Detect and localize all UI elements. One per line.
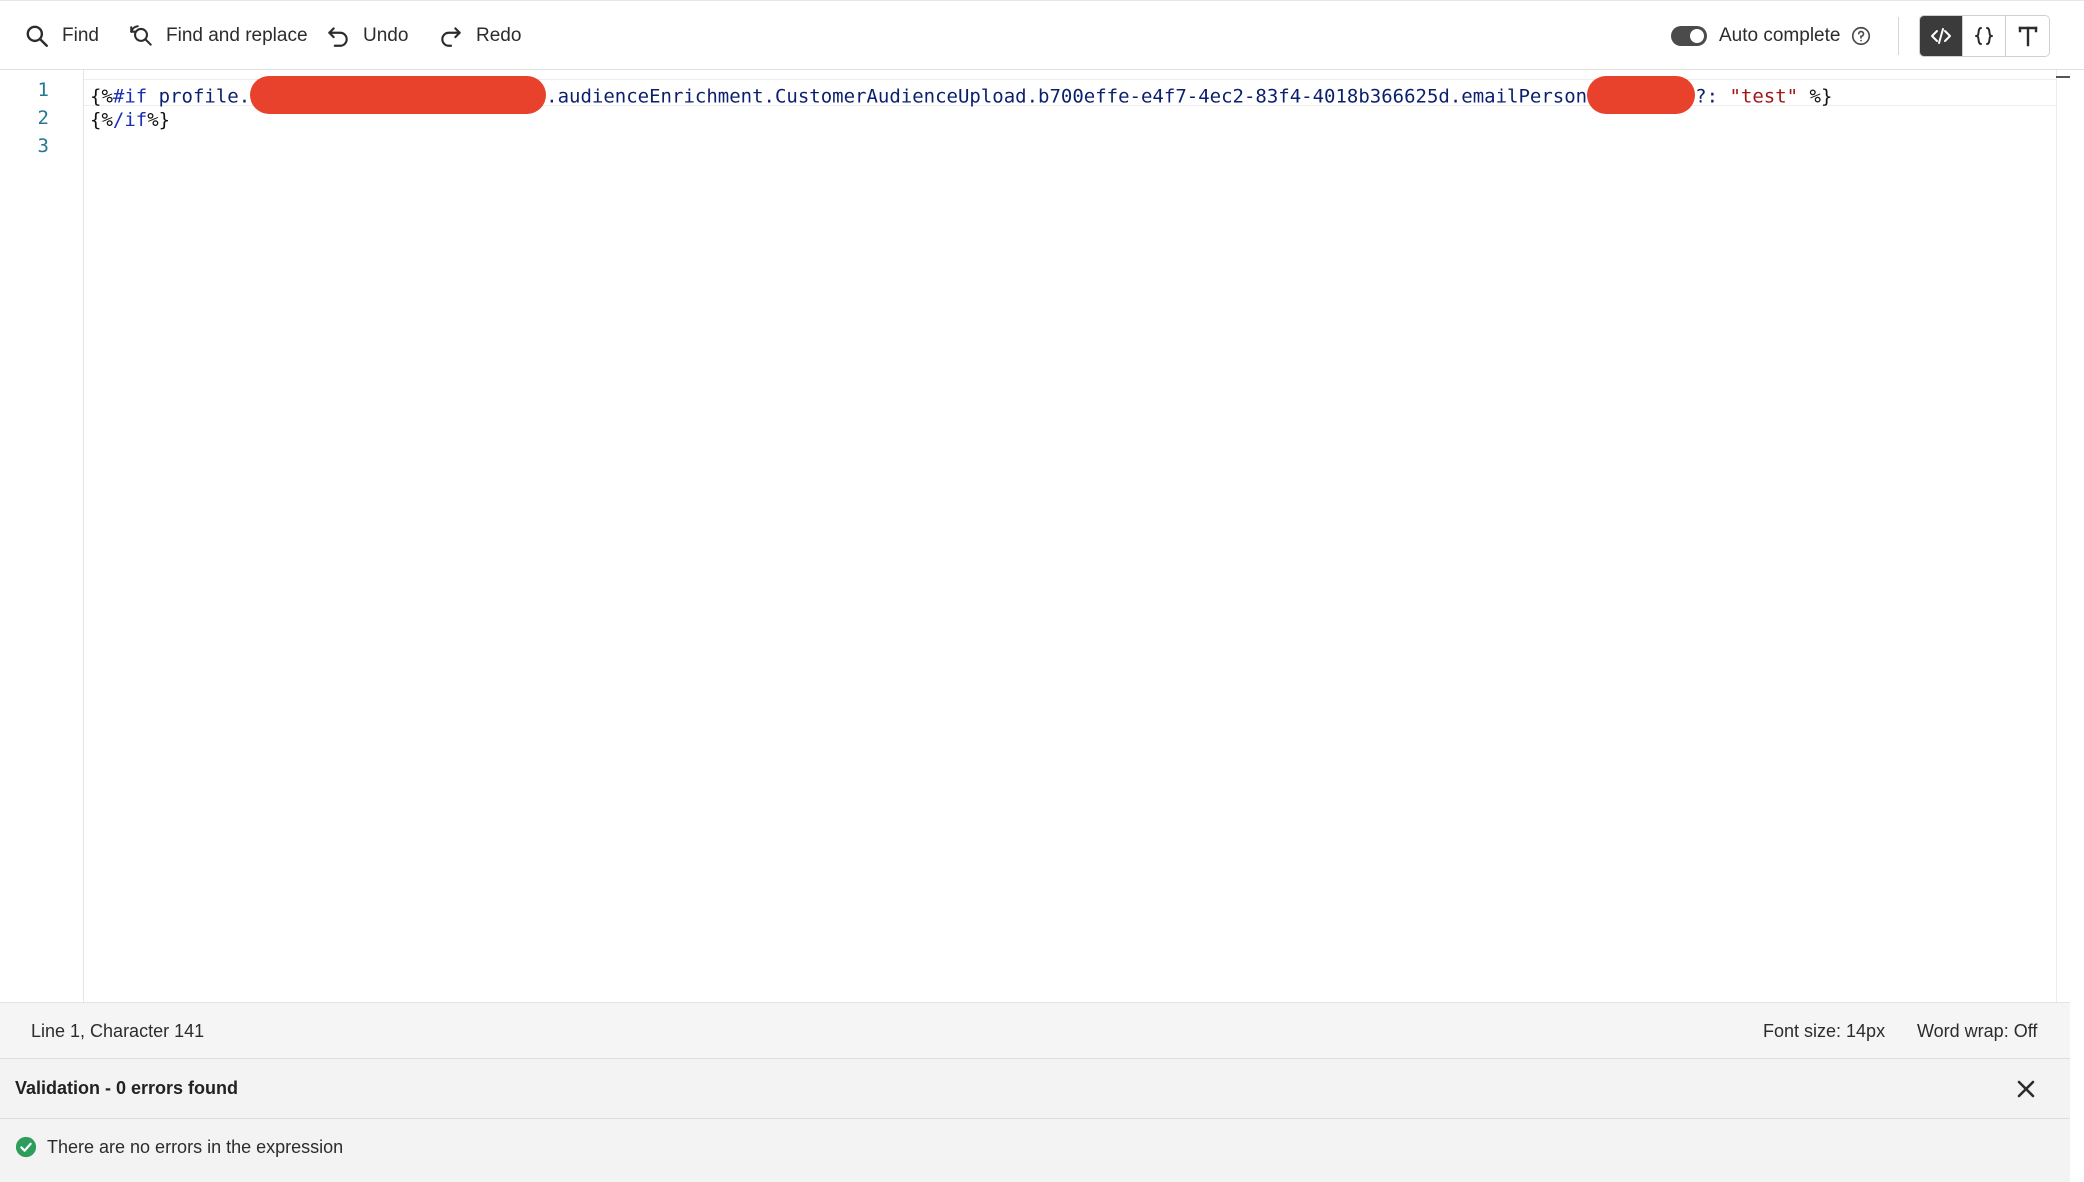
status-bar: Line 1, Character 141 Font size: 14px Wo… <box>0 1002 2070 1058</box>
autocomplete-toggle[interactable] <box>1671 26 1707 46</box>
autocomplete-label: Auto complete <box>1719 25 1841 46</box>
text-icon <box>2018 26 2037 47</box>
code-mode-button[interactable] <box>1920 16 1963 56</box>
find-button[interactable]: Find <box>24 19 99 53</box>
cursor-position: Line 1, Character 141 <box>31 1021 205 1041</box>
code-token: {% <box>90 85 113 108</box>
word-wrap-indicator[interactable]: Word wrap: Off <box>1917 1021 2037 1042</box>
find-label: Find <box>62 25 99 46</box>
validation-panel: Validation - 0 errors found There are no… <box>0 1058 2070 1182</box>
redaction-mark <box>1587 76 1696 114</box>
code-line-2[interactable]: {%/if%} <box>90 106 170 134</box>
autocomplete-control: Auto complete <box>1671 21 1840 51</box>
code-icon <box>1931 28 1951 44</box>
validation-title: Validation - 0 errors found <box>15 1078 239 1098</box>
line-number: 3 <box>37 135 49 157</box>
braces-icon <box>1975 27 1993 45</box>
close-icon[interactable] <box>2012 1075 2040 1103</box>
code-line-1[interactable]: {%#if profile. .audienceEnrichment.Custom… <box>90 76 1833 116</box>
code-token: %} <box>1798 85 1833 108</box>
line-number: 1 <box>37 79 49 101</box>
text-mode-button[interactable] <box>2006 16 2049 56</box>
editor-mode-group <box>1919 15 2050 57</box>
redo-button[interactable]: Redo <box>438 19 521 53</box>
code-token: ?: <box>1695 85 1730 108</box>
braces-mode-button[interactable] <box>1963 16 2006 56</box>
redaction-mark <box>250 76 547 114</box>
code-token: profile. <box>147 85 251 108</box>
undo-icon <box>328 27 348 47</box>
scroll-position-marker <box>2056 76 2070 78</box>
check-circle-icon <box>15 1136 37 1158</box>
validation-header: Validation - 0 errors found <box>0 1059 2070 1119</box>
code-token: {% <box>90 109 113 131</box>
code-editor[interactable]: 1 2 3 {%#if profile. .audienceEnrichment.… <box>0 70 2070 1002</box>
redo-icon <box>441 27 461 47</box>
code-token: .audienceEnrichment.CustomerAudienceUplo… <box>546 85 1588 108</box>
code-token: %} <box>147 109 171 131</box>
toolbar-divider <box>1898 17 1899 55</box>
vertical-scrollbar[interactable] <box>2056 70 2070 1002</box>
undo-button[interactable]: Undo <box>325 19 408 53</box>
font-size-indicator[interactable]: Font size: 14px <box>1763 1021 1885 1042</box>
undo-label: Undo <box>363 25 409 46</box>
validation-message-row: There are no errors in the expression <box>15 1136 343 1158</box>
editor-toolbar: Find Find and replace Undo Redo Auto com… <box>0 0 2084 70</box>
find-replace-label: Find and replace <box>166 25 308 46</box>
find-replace-icon <box>130 25 152 46</box>
line-number-gutter: 1 2 3 <box>0 70 84 1002</box>
line-number: 2 <box>37 107 49 129</box>
code-area[interactable]: {%#if profile. .audienceEnrichment.Custom… <box>84 70 2070 1002</box>
validation-message: There are no errors in the expression <box>47 1136 344 1157</box>
redo-label: Redo <box>476 25 522 46</box>
code-token: "test" <box>1729 85 1799 108</box>
search-icon <box>26 25 48 47</box>
code-token: /if <box>112 109 148 131</box>
help-icon[interactable] <box>1850 25 1872 47</box>
code-token: #if <box>112 85 148 108</box>
find-replace-button[interactable]: Find and replace <box>128 19 308 53</box>
